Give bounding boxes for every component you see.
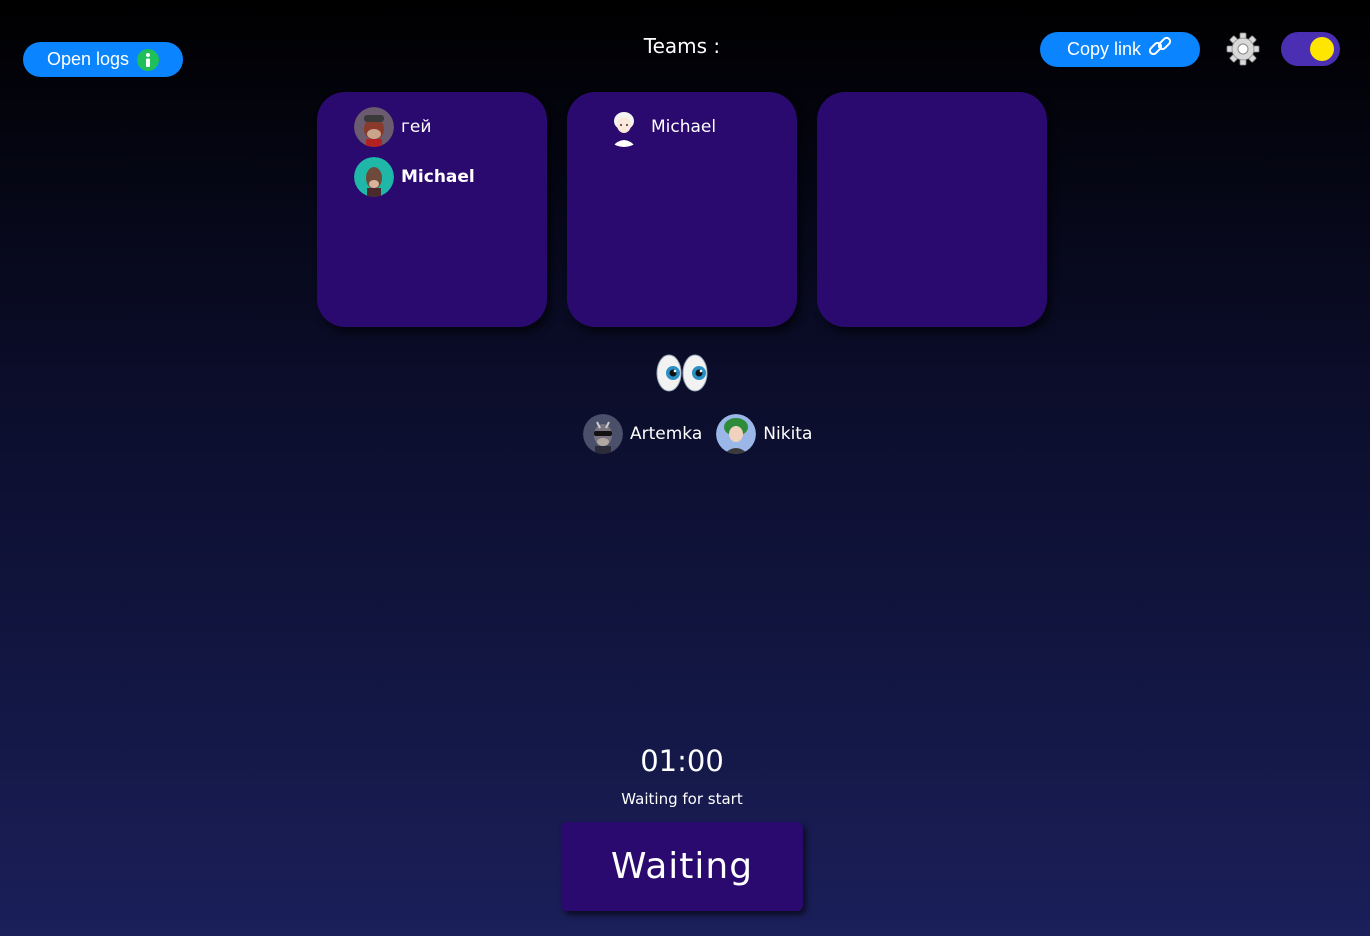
avatar [354,107,394,147]
team-member: Michael [567,106,797,148]
member-name: Michael [401,167,475,187]
team-member: Michael [317,156,547,198]
spectators-list: Artemka Nikita [583,414,812,454]
waiting-button[interactable]: Waiting [561,822,803,911]
avatar [583,414,623,454]
team-card-3[interactable] [817,92,1047,327]
status-text: Waiting for start [621,790,743,808]
toggle-knob [1310,37,1334,61]
avatar [354,157,394,197]
team-card-1[interactable]: гей Michael [317,92,547,327]
spectator: Artemka [583,414,702,454]
timer: 01:00 [640,744,724,778]
spectator-name: Artemka [630,424,703,444]
gear-icon[interactable] [1226,32,1260,66]
spectator-name: Nikita [763,424,813,444]
link-icon [1147,34,1173,65]
copy-link-label: Copy link [1066,39,1142,59]
team-member: гей [317,106,547,148]
member-name: Michael [651,117,717,137]
spectator: Nikita [716,414,812,454]
copy-link-button[interactable]: Copy link [1040,32,1200,67]
theme-toggle[interactable] [1281,32,1340,66]
avatar [716,414,757,454]
member-name: гей [401,117,432,137]
team-card-2[interactable]: Michael [567,92,797,327]
avatar [604,107,644,147]
eyes-icon [654,350,710,396]
